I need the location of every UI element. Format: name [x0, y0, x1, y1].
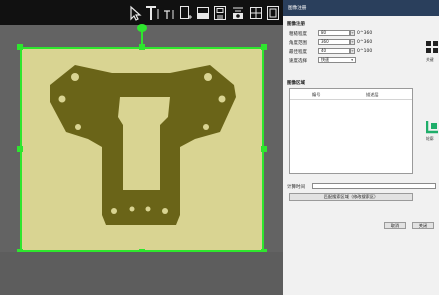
speed-select[interactable]: 快速 ▾	[318, 57, 356, 63]
roi-handle-top-left[interactable]	[17, 44, 23, 50]
feature-icon-label: 关键	[426, 57, 434, 62]
field-coarse-label: 粗糙程度	[289, 32, 307, 37]
text-tool-icon[interactable]	[145, 5, 159, 21]
roi-handle-left[interactable]	[17, 146, 23, 152]
match-search-region-button[interactable]: 匹配搜索区域（修改搜索区）	[289, 193, 413, 201]
close-button[interactable]: 关闭	[412, 222, 434, 229]
field-angle-spinner[interactable]: ÷	[350, 39, 355, 45]
roi-handle-right[interactable]	[261, 146, 267, 152]
field-angle-range: 0^360	[357, 40, 373, 45]
viewer-background	[0, 252, 283, 295]
grid-icon[interactable]	[249, 5, 263, 21]
field-coarse-spinner[interactable]: ÷	[350, 30, 355, 36]
dialog-titlebar: 图像注册	[283, 0, 439, 16]
field-angle-input[interactable]: 360	[318, 39, 350, 45]
field-angle-label: 角度范围	[289, 41, 307, 46]
table-header-description: 描述层	[366, 92, 379, 97]
arrow-select-icon[interactable]	[128, 5, 142, 21]
region-table[interactable]: 编号 描述层	[289, 88, 413, 174]
field-coarse-input[interactable]: 80	[318, 30, 350, 36]
mask-icon[interactable]	[231, 5, 245, 21]
roi-rotation-handle[interactable]	[137, 24, 147, 32]
roi-handle-top-right[interactable]	[261, 44, 267, 50]
text-small-tool-icon[interactable]	[163, 5, 175, 21]
field-best-label: 最佳程度	[289, 50, 307, 55]
chevron-down-icon: ▾	[351, 58, 353, 62]
roi-rectangle[interactable]	[20, 47, 264, 252]
roi-add-icon[interactable]	[179, 5, 193, 21]
speed-select-value: 快速	[321, 57, 329, 62]
field-best-spinner[interactable]: ÷	[350, 48, 355, 54]
field-coarse-range: 0^360	[357, 31, 373, 36]
image-save-icon[interactable]	[213, 5, 227, 21]
viewer-toolbar	[0, 0, 283, 25]
image-registration-dialog: 图像注册 图像注册 粗糙程度 80 ÷ 0^360 角度范围 360 ÷ 0^3…	[283, 0, 439, 295]
roi-handle-top[interactable]	[139, 44, 145, 50]
params-section-title: 图像注册	[287, 22, 305, 27]
table-header-divider	[290, 99, 412, 100]
dialog-title: 图像注册	[288, 6, 307, 11]
fit-view-icon[interactable]	[266, 5, 280, 21]
list-section-title: 图像区域	[287, 81, 305, 86]
contour-icon[interactable]	[425, 120, 439, 136]
field-best-range: 0^100	[357, 49, 373, 54]
feature-icon[interactable]	[426, 41, 439, 56]
table-header-index: 编号	[312, 92, 321, 97]
filter-label: 计算时间	[287, 185, 305, 190]
field-best-input[interactable]: 40	[318, 48, 350, 54]
contour-icon-label: 轮廓	[426, 136, 434, 141]
speed-label: 速度选择	[289, 59, 307, 64]
image-viewer[interactable]	[0, 0, 283, 295]
filter-input[interactable]	[312, 183, 436, 189]
cancel-button[interactable]: 取消	[384, 222, 406, 229]
rectangle-fill-icon[interactable]	[196, 5, 210, 21]
